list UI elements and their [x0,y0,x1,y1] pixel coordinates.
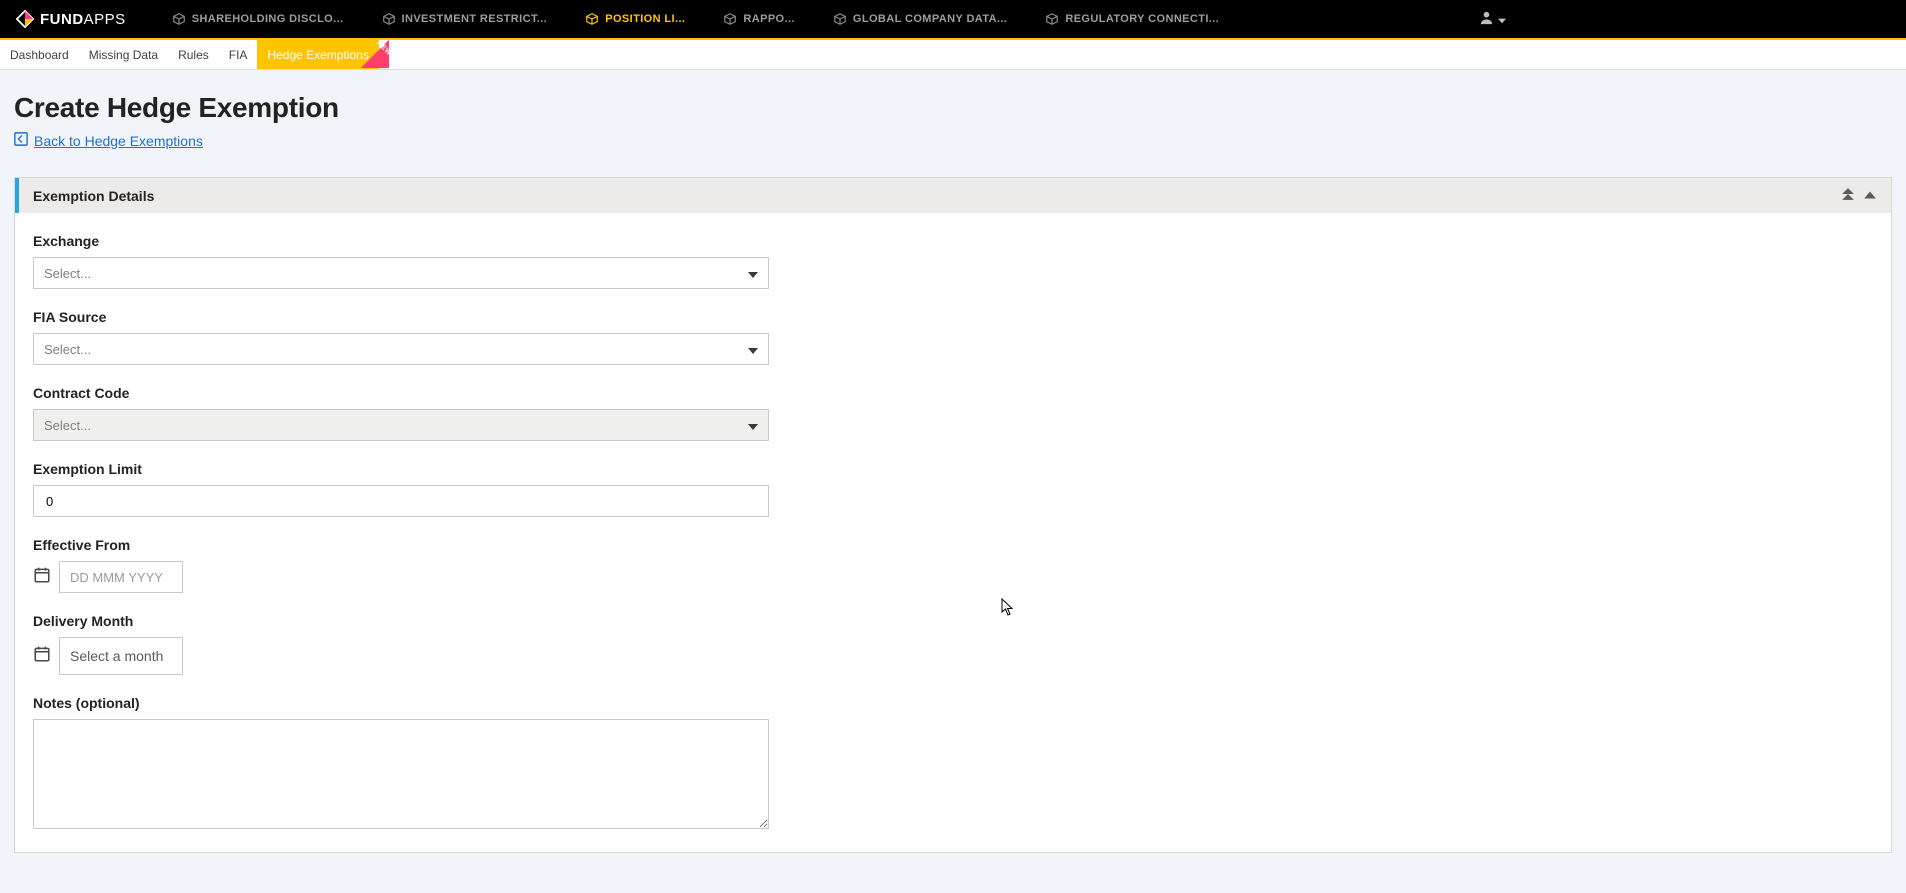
caret-down-icon [1498,11,1506,29]
panel-header: Exemption Details [15,178,1891,213]
tab-hedge-exemptions[interactable]: Hedge Exemptions NEW [257,40,378,69]
select-placeholder: Select... [44,266,91,281]
effective-from-input[interactable]: DD MMM YYYY [59,561,183,593]
exchange-select[interactable]: Select... [33,257,769,289]
notes-label: Notes (optional) [33,695,1873,711]
cube-icon [382,12,396,26]
logo-text: FUNDAPPS [40,11,126,28]
field-contract-code: Contract Code Select... [33,385,1873,441]
field-exemption-limit: Exemption Limit [33,461,1873,517]
calendar-icon[interactable] [33,645,51,668]
delivery-month-select[interactable]: Select a month [59,637,183,675]
primary-nav: SHAREHOLDING DISCLO... INVESTMENT RESTRI… [172,12,1220,26]
notes-textarea[interactable] [33,719,769,829]
back-link[interactable]: Back to Hedge Exemptions [14,132,203,149]
nav-regulatory[interactable]: REGULATORY CONNECTI... [1045,12,1219,26]
logo-icon [16,10,34,28]
field-exchange: Exchange Select... [33,233,1873,289]
month-placeholder: Select a month [70,648,163,664]
nav-investment[interactable]: INVESTMENT RESTRICT... [382,12,548,26]
new-badge: NEW [361,40,389,68]
select-placeholder: Select... [44,418,91,433]
exemption-limit-input[interactable] [44,493,758,510]
calendar-icon[interactable] [33,566,51,589]
caret-down-icon [748,342,758,357]
exchange-label: Exchange [33,233,1873,249]
nav-shareholding[interactable]: SHAREHOLDING DISCLO... [172,12,344,26]
fia-source-label: FIA Source [33,309,1873,325]
date-placeholder: DD MMM YYYY [70,570,163,585]
field-effective-from: Effective From DD MMM YYYY [33,537,1873,593]
user-icon [1479,10,1494,30]
cube-icon [833,12,847,26]
exemption-limit-label: Exemption Limit [33,461,1873,477]
caret-down-icon [748,418,758,433]
tab-missing-data[interactable]: Missing Data [79,40,168,69]
back-arrow-icon [14,132,28,149]
cube-icon [723,12,737,26]
caret-down-icon [748,266,758,281]
panel-title: Exemption Details [33,188,154,204]
page-title: Create Hedge Exemption [14,92,1892,124]
collapse-all-icon[interactable] [1841,187,1855,204]
field-fia-source: FIA Source Select... [33,309,1873,365]
select-placeholder: Select... [44,342,91,357]
field-delivery-month: Delivery Month Select a month [33,613,1873,675]
panel-body: Exchange Select... FIA Source Select... [15,213,1891,852]
nav-global-company[interactable]: GLOBAL COMPANY DATA... [833,12,1007,26]
exemption-details-panel: Exemption Details Exchange Select... [14,177,1892,853]
contract-code-select[interactable]: Select... [33,409,769,441]
effective-from-label: Effective From [33,537,1873,553]
tab-dashboard[interactable]: Dashboard [0,40,79,69]
field-notes: Notes (optional) [33,695,1873,834]
user-menu[interactable] [1479,10,1506,30]
brand-logo[interactable]: FUNDAPPS [16,10,126,28]
page-content: Create Hedge Exemption Back to Hedge Exe… [0,70,1906,893]
secondary-nav: Dashboard Missing Data Rules FIA Hedge E… [0,40,1906,70]
nav-position-limits[interactable]: POSITION LI... [585,12,685,26]
exemption-limit-input-wrapper [33,485,769,517]
tab-rules[interactable]: Rules [168,40,219,69]
fia-source-select[interactable]: Select... [33,333,769,365]
cube-icon [585,12,599,26]
nav-rapportr[interactable]: RAPPO... [723,12,795,26]
cube-icon [1045,12,1059,26]
contract-code-label: Contract Code [33,385,1873,401]
global-nav-bar: FUNDAPPS SHAREHOLDING DISCLO... INVESTME… [0,0,1906,40]
tab-fia[interactable]: FIA [219,40,258,69]
delivery-month-label: Delivery Month [33,613,1873,629]
collapse-icon[interactable] [1863,187,1877,204]
cube-icon [172,12,186,26]
